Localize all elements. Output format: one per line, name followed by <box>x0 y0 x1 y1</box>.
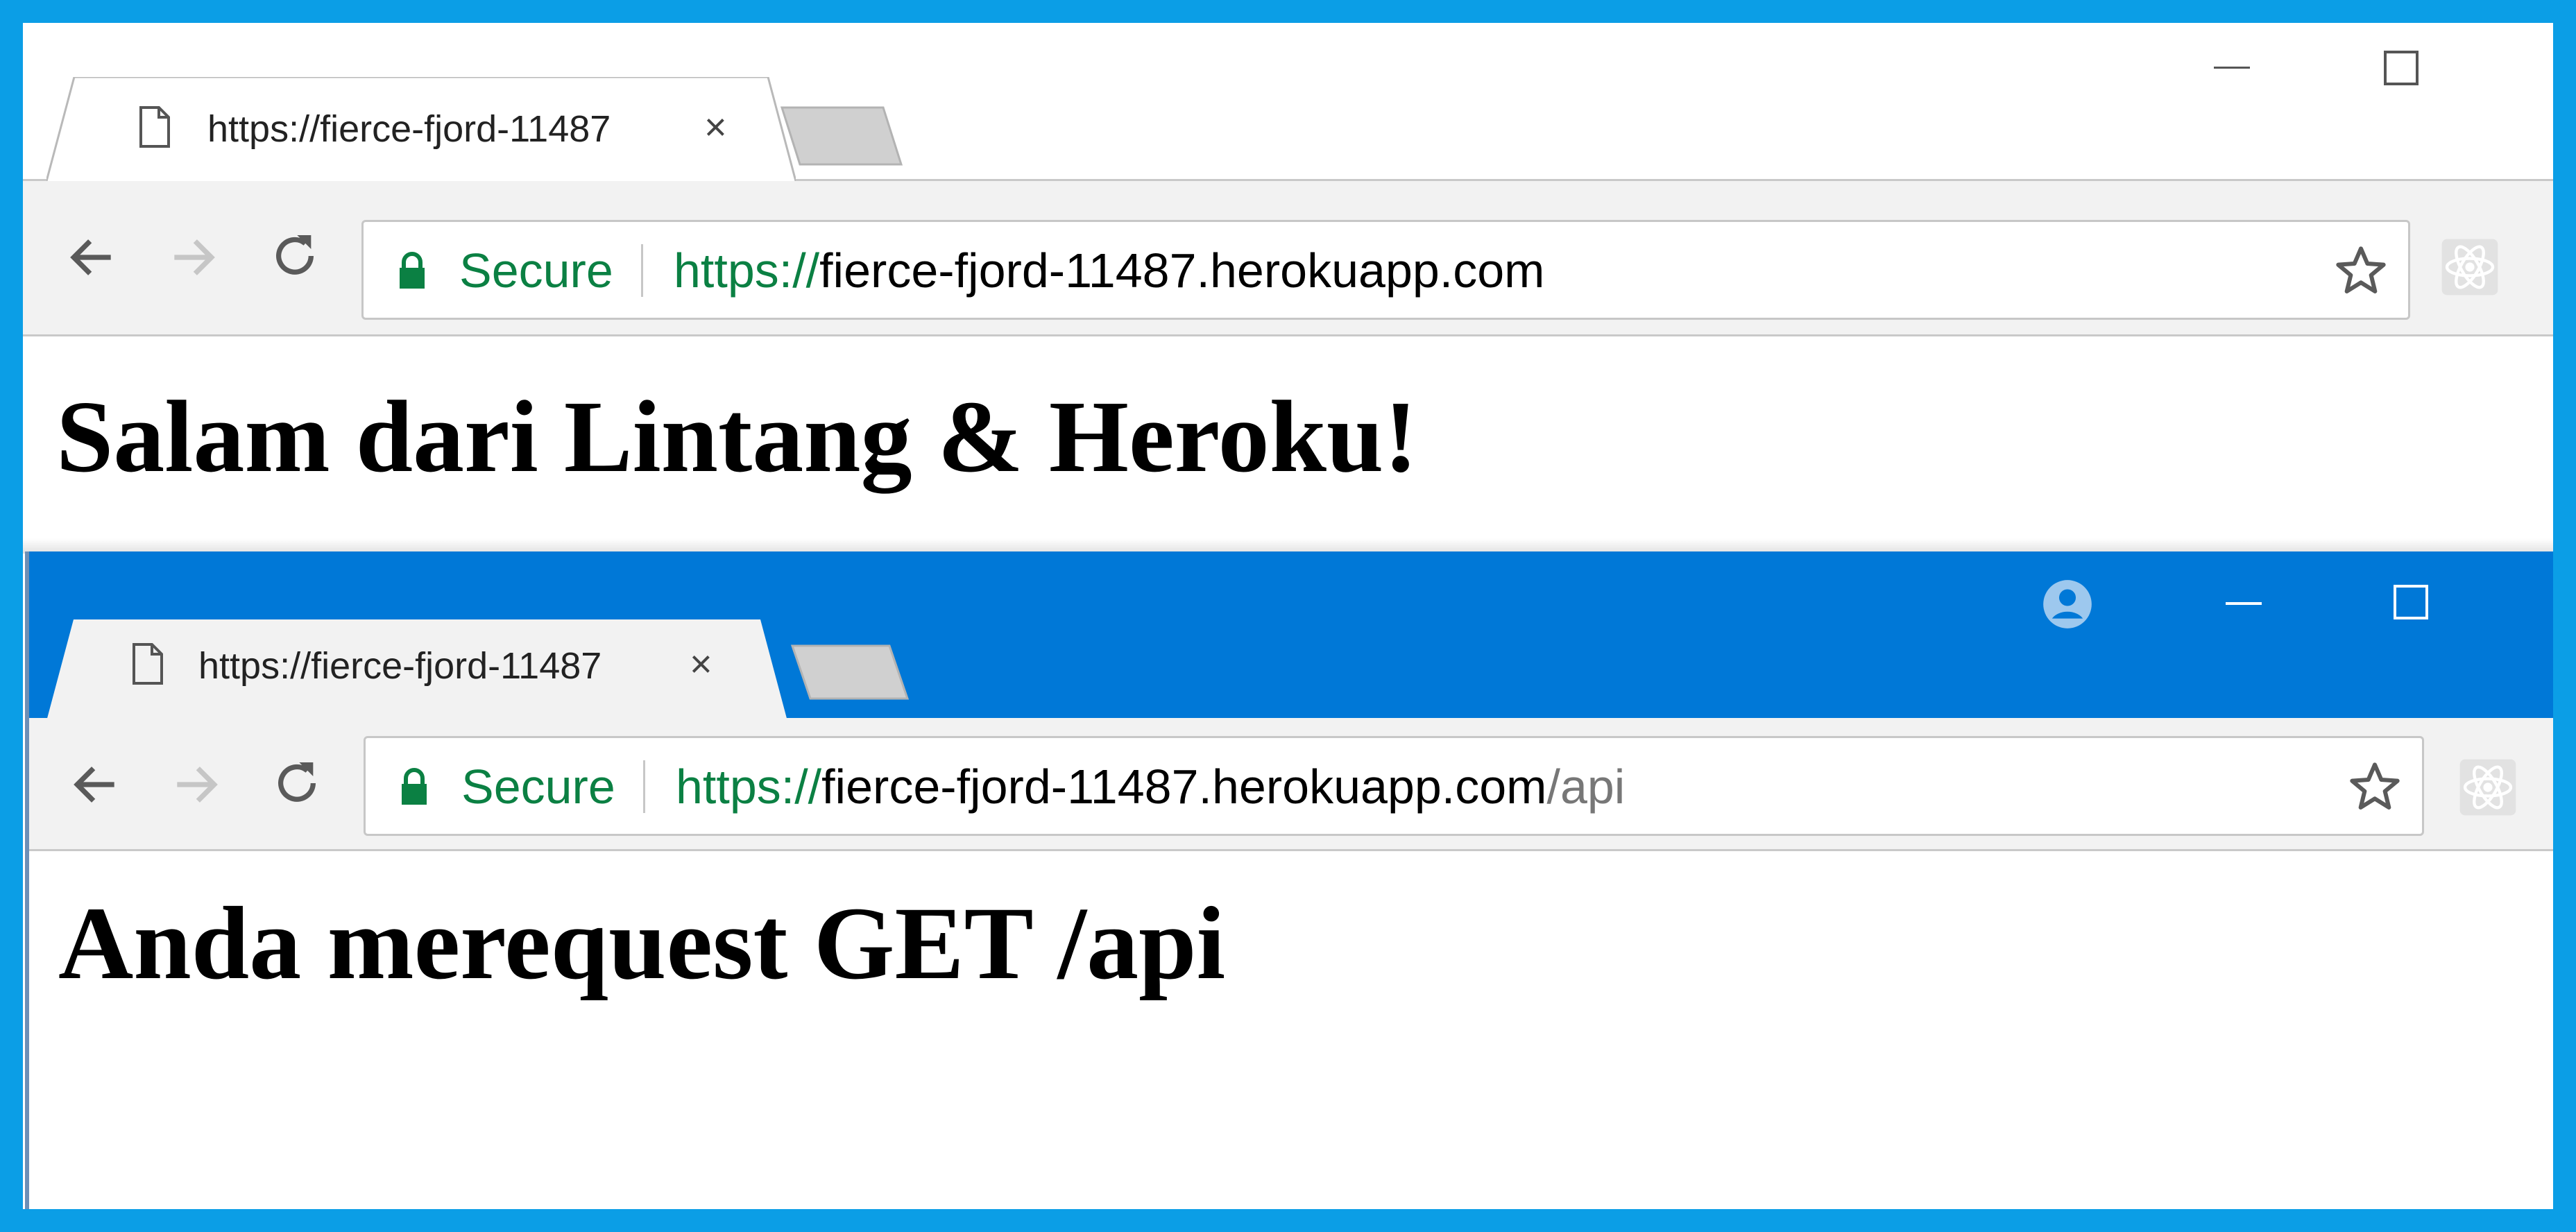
new-tab-button[interactable] <box>790 643 914 705</box>
url-text: https://fierce-fjord-11487.herokuapp.com <box>674 243 1545 298</box>
tab-close-button[interactable]: × <box>690 644 713 683</box>
arrow-right-icon[interactable] <box>165 230 221 285</box>
tab-title: https://fierce-fjord-11487 <box>207 108 611 150</box>
page-content: Anda merequest GET /api <box>29 851 2553 1209</box>
url-scheme: https:// <box>674 243 820 298</box>
page-heading: Salam dari Lintang & Heroku! <box>56 380 1418 494</box>
url-host: fierce-fjord-11487.herokuapp.com <box>819 243 1545 298</box>
browser-toolbar: Secure https://fierce-fjord-11487.heroku… <box>29 718 2553 851</box>
tab-active[interactable]: https://fierce-fjord-11487 × <box>46 619 788 724</box>
address-bar[interactable]: Secure https://fierce-fjord-11487.heroku… <box>364 736 2424 836</box>
tab-title-fade <box>641 642 683 690</box>
page-heading: Anda merequest GET /api <box>58 886 1226 1001</box>
tab-active[interactable]: https://fierce-fjord-11487 × <box>46 77 796 181</box>
star-icon[interactable] <box>2333 243 2389 298</box>
secure-label: Secure <box>461 760 615 814</box>
url-path: /api <box>1546 760 1626 814</box>
arrow-left-icon[interactable] <box>68 757 123 812</box>
account-circle-icon[interactable] <box>2041 578 2094 631</box>
minimize-button[interactable] <box>2214 65 2255 70</box>
browser-window-2: https://fierce-fjord-11487 × Secure http… <box>25 551 2553 1209</box>
minimize-button[interactable] <box>2226 600 2267 606</box>
tab-strip: https://fierce-fjord-11487 × <box>29 551 2553 724</box>
file-icon <box>139 106 170 148</box>
reload-icon[interactable] <box>267 228 323 284</box>
address-bar[interactable]: Secure https://fierce-fjord-11487.heroku… <box>361 220 2410 320</box>
omnibox-separator <box>641 244 643 297</box>
file-icon <box>133 643 163 685</box>
react-devtools-icon[interactable] <box>2457 757 2518 818</box>
maximize-button[interactable] <box>2384 51 2419 85</box>
browser-toolbar: Secure https://fierce-fjord-11487.heroku… <box>23 181 2553 336</box>
new-tab-button[interactable] <box>779 105 904 167</box>
arrow-right-icon[interactable] <box>168 757 223 812</box>
page-content: Salam dari Lintang & Heroku! <box>23 336 2553 550</box>
omnibox-separator <box>643 760 645 813</box>
star-icon[interactable] <box>2347 759 2403 814</box>
tab-strip: https://fierce-fjord-11487 × <box>23 23 2553 181</box>
browser-window-1: https://fierce-fjord-11487 × Secure http… <box>23 23 2553 550</box>
tab-title-fade <box>651 105 693 153</box>
url-host: fierce-fjord-11487.herokuapp.com <box>821 760 1547 814</box>
lock-icon <box>402 768 427 805</box>
arrow-left-icon[interactable] <box>65 230 120 285</box>
tab-close-button[interactable]: × <box>704 108 727 146</box>
react-devtools-icon[interactable] <box>2439 237 2500 298</box>
url-text: https://fierce-fjord-11487.herokuapp.com… <box>676 759 1625 814</box>
maximize-button[interactable] <box>2394 585 2428 619</box>
secure-label: Secure <box>459 243 613 298</box>
lock-icon <box>400 252 425 289</box>
url-scheme: https:// <box>676 760 822 814</box>
tab-title: https://fierce-fjord-11487 <box>198 645 602 687</box>
reload-icon[interactable] <box>269 755 325 811</box>
